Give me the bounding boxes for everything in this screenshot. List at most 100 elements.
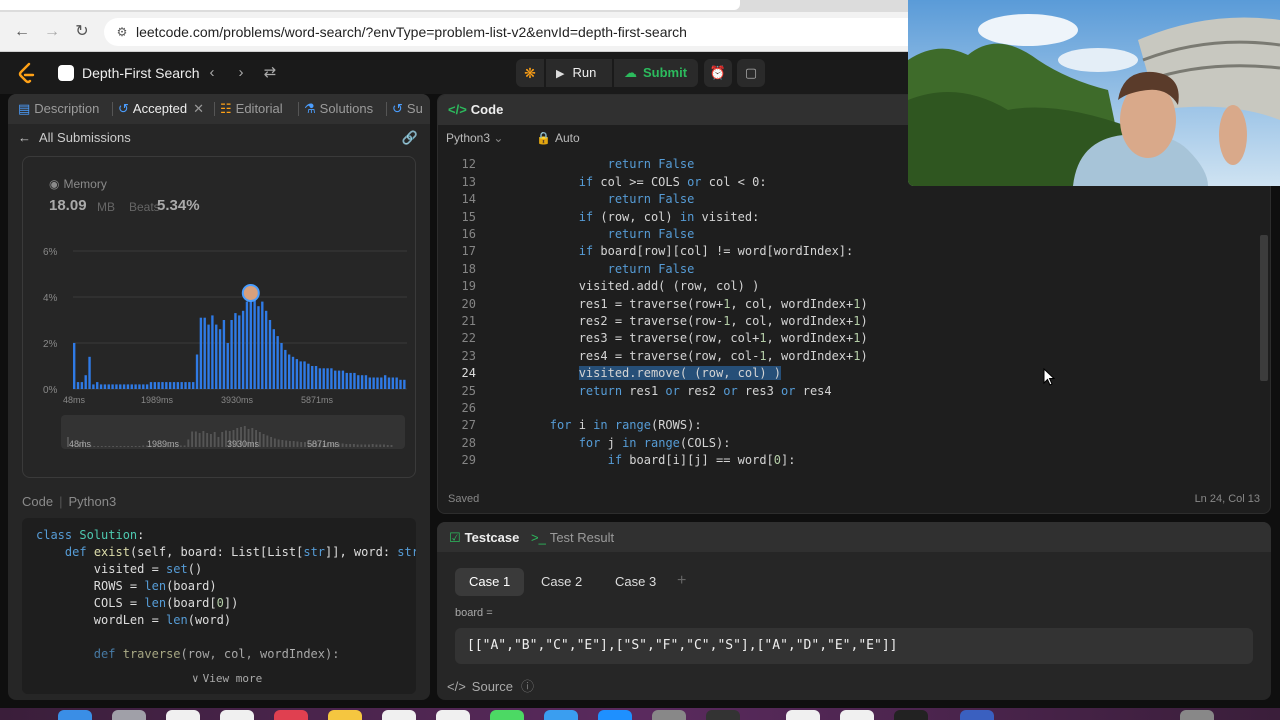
brush-bar xyxy=(270,437,273,447)
dock-app-icon[interactable] xyxy=(960,710,994,720)
dock-app-icon[interactable] xyxy=(220,710,254,720)
chevron-left-icon[interactable]: ‹ xyxy=(203,63,221,83)
dock-app-icon[interactable] xyxy=(274,710,308,720)
tab-description[interactable]: ▤ Description xyxy=(18,101,99,117)
code-line[interactable]: 21 res2 = traverse(row-1, col, wordIndex… xyxy=(438,313,1270,330)
chart-bar xyxy=(157,382,160,389)
note-icon[interactable]: ▢ xyxy=(737,59,765,87)
chart-bar xyxy=(119,384,122,389)
tab-solutions[interactable]: ⚗ Solutions xyxy=(304,101,373,117)
add-case-icon[interactable]: + xyxy=(677,572,686,590)
tab-submissions[interactable]: ↺ Su xyxy=(392,101,423,117)
editor-scrollbar[interactable] xyxy=(1260,235,1268,381)
browser-tab[interactable] xyxy=(0,0,740,10)
code-line[interactable]: 28 for j in range(COLS): xyxy=(438,435,1270,452)
dock-app-icon[interactable] xyxy=(840,710,874,720)
code-line[interactable]: 19 visited.add( (row, col) ) xyxy=(438,278,1270,295)
leetcode-logo-icon[interactable] xyxy=(18,62,38,84)
dock-app-icon[interactable] xyxy=(786,710,820,720)
code-text: visited.add( (row, col) ) xyxy=(492,279,760,294)
chevron-right-icon[interactable]: › xyxy=(232,63,250,83)
all-submissions-link[interactable]: ← All Submissions 🔗 xyxy=(18,130,418,150)
memory-value: 18.09 xyxy=(49,197,87,214)
alarm-clock-icon[interactable]: ⏰ xyxy=(704,59,732,87)
code-line[interactable]: 23 res4 = traverse(row, col-1, wordIndex… xyxy=(438,348,1270,365)
submit-button[interactable]: ☁ Submit xyxy=(614,59,698,87)
brush-bar xyxy=(383,444,385,447)
dock-app-icon[interactable] xyxy=(490,710,524,720)
line-number: 12 xyxy=(461,157,476,172)
brush-bar xyxy=(341,443,344,447)
site-settings-icon[interactable]: ⚙ xyxy=(114,24,130,40)
chart-bar xyxy=(153,382,157,389)
language-select[interactable]: Python3 ⌄ xyxy=(446,131,503,145)
auto-mode-toggle[interactable]: 🔒 Auto xyxy=(536,131,580,145)
code-line[interactable]: 17 if board[row][col] != word[wordIndex]… xyxy=(438,243,1270,260)
trash-dock-icon[interactable] xyxy=(1180,710,1214,720)
tab-accepted[interactable]: ↺ Accepted ✕ xyxy=(118,101,204,117)
link-icon[interactable]: 🔗 xyxy=(402,130,418,146)
dock-app-icon[interactable] xyxy=(436,710,470,720)
code-line[interactable]: 26 xyxy=(438,400,1270,417)
code-line[interactable]: 18 return False xyxy=(438,261,1270,278)
dock-app-icon[interactable] xyxy=(894,710,928,720)
preview-code-line: ROWS = len(board) xyxy=(36,579,217,593)
chart-bar xyxy=(134,384,137,389)
forward-arrow-icon[interactable]: → xyxy=(42,22,62,42)
view-more-button[interactable]: ∨ View more xyxy=(192,672,262,685)
problem-list-title[interactable]: Depth-First Search xyxy=(82,65,199,81)
reload-icon[interactable]: ↻ xyxy=(72,22,92,42)
board-input[interactable]: [["A","B","C","E"],["S","F","C","S"],["A… xyxy=(455,628,1253,664)
dock-app-icon[interactable] xyxy=(706,710,740,720)
finder-dock-icon[interactable] xyxy=(58,710,92,720)
run-button[interactable]: ▶ Run xyxy=(546,59,612,87)
brush-bar xyxy=(142,445,145,447)
dock-app-icon[interactable] xyxy=(382,710,416,720)
chart-bar xyxy=(92,384,95,389)
source-toggle[interactable]: </> Source ⓘ xyxy=(447,676,534,695)
chart-bar xyxy=(188,382,191,389)
memory-distribution-chart[interactable]: 6% 4% 2% 0% 48ms 1989ms 3930ms 5871ms 48ms 1989ms… xyxy=(23,243,417,475)
code-line[interactable]: 27 for i in range(ROWS): xyxy=(438,417,1270,434)
tab-code[interactable]: </> Code xyxy=(448,102,503,117)
help-circle-icon[interactable]: ⓘ xyxy=(521,679,534,694)
code-line[interactable]: 20 res1 = traverse(row+1, col, wordIndex… xyxy=(438,296,1270,313)
back-arrow-icon[interactable]: ← xyxy=(12,22,32,42)
case-1-button[interactable]: Case 1 xyxy=(455,568,525,596)
tab-editorial[interactable]: ☷ Editorial xyxy=(220,101,283,117)
dock-app-icon[interactable] xyxy=(166,710,200,720)
brush-bar xyxy=(97,446,100,447)
chart-bar xyxy=(138,384,141,389)
dock-app-icon[interactable] xyxy=(328,710,362,720)
code-line[interactable]: 25 return res1 or res2 or res3 or res4 xyxy=(438,383,1270,400)
tab-testcase[interactable]: ☑ Testcase xyxy=(449,530,519,546)
dock-app-icon[interactable] xyxy=(112,710,146,720)
code-line[interactable]: 15 if (row, col) in visited: xyxy=(438,209,1270,226)
dock-app-icon[interactable] xyxy=(544,710,578,720)
address-bar[interactable]: ⚙ leetcode.com/problems/word-search/?env… xyxy=(104,18,944,46)
debug-icon[interactable]: ❋ xyxy=(516,59,544,87)
tab-test-result[interactable]: >_ Test Result xyxy=(531,530,614,545)
code-line[interactable]: 22 res3 = traverse(row, col+1, wordIndex… xyxy=(438,330,1270,347)
code-line[interactable]: 29 if board[i][j] == word[0]: xyxy=(438,452,1270,469)
brush-bar xyxy=(288,441,291,447)
code-editor[interactable]: 11 if row >= ROWS or row < 0: 12 return F… xyxy=(438,151,1270,473)
code-line[interactable]: 24 visited.remove( (row, col) ) xyxy=(438,365,1270,382)
close-tab-icon[interactable]: ✕ xyxy=(193,101,204,116)
dock-app-icon[interactable] xyxy=(598,710,632,720)
code-line[interactable]: 14 return False xyxy=(438,191,1270,208)
brush-bar xyxy=(112,446,115,447)
problem-list-icon[interactable] xyxy=(58,65,74,81)
code-text: res3 = traverse(row, col+1, wordIndex+1) xyxy=(492,331,868,346)
preview-code-line: class Solution: xyxy=(36,528,145,542)
code-line[interactable]: 16 return False xyxy=(438,226,1270,243)
case-2-button[interactable]: Case 2 xyxy=(527,568,596,596)
case-3-button[interactable]: Case 3 xyxy=(601,568,670,596)
chart-bar xyxy=(387,377,391,389)
shuffle-icon[interactable]: ⇄ xyxy=(261,63,279,83)
chart-bar xyxy=(299,361,302,389)
dock-app-icon[interactable] xyxy=(652,710,686,720)
book-icon: ☷ xyxy=(220,101,232,116)
save-status: Saved xyxy=(448,493,480,505)
code-icon: </> xyxy=(448,102,467,117)
